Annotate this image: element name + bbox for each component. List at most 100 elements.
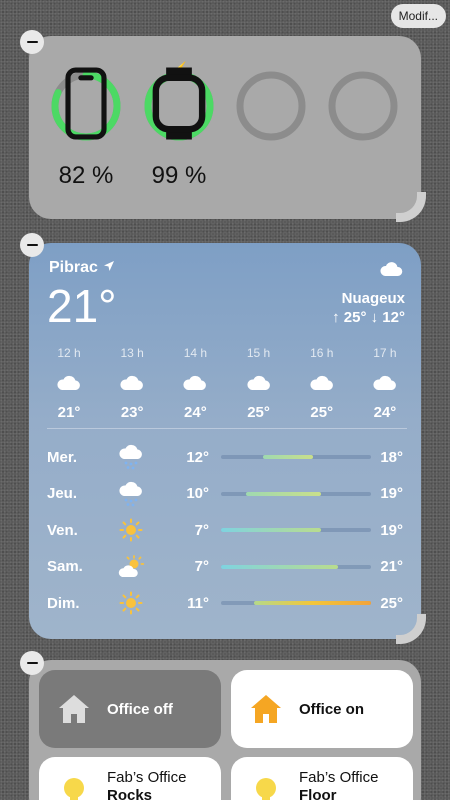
day-min-temperature: 7° xyxy=(194,558,209,576)
temperature-range-bar xyxy=(221,455,371,460)
battery-percent-watch: 99 % xyxy=(151,162,207,189)
weather-location: Pibrac xyxy=(49,259,115,277)
hour-time: 17 h xyxy=(373,346,397,360)
temperature-range-bar xyxy=(221,601,371,606)
temperature-range-fill xyxy=(221,564,338,569)
daily-forecast: Mer. 12° 18° Jeu. 10° 19° Ven. 7° 19° Sam. 7° 21° Di… xyxy=(47,439,407,622)
hour-temperature: 24° xyxy=(184,404,207,421)
daily-row: Mer. 12° 18° xyxy=(47,439,407,476)
hour-time: 12 h xyxy=(57,346,81,360)
battery-ring-watch: ⚡ xyxy=(143,61,215,145)
battery-ring-phone xyxy=(50,67,122,145)
scene-label: Office on xyxy=(299,700,365,718)
cloud-rain-icon xyxy=(111,481,151,507)
temperature-range-fill xyxy=(221,528,321,533)
accessory-office-rocks[interactable]: Fab’s Office Rocks xyxy=(39,757,221,800)
hour-temperature: 21° xyxy=(57,404,81,421)
hour-time: 13 h xyxy=(120,346,144,360)
battery-ring-empty xyxy=(235,70,307,142)
accessory-room: Fab’s Office xyxy=(299,769,379,786)
hour-time: 14 h xyxy=(183,346,208,360)
location-arrow-icon xyxy=(103,259,115,277)
hour-temperature: 24° xyxy=(373,404,397,421)
hourly-item: 12 h 21° xyxy=(43,346,95,421)
battery-percent-phone: 82 % xyxy=(58,162,114,189)
remove-widget-button[interactable] xyxy=(20,30,44,54)
temperature-range-fill xyxy=(254,601,371,606)
daily-row: Sam. 7° 21° xyxy=(47,549,407,586)
resize-handle[interactable] xyxy=(396,192,426,222)
temperature-range-bar xyxy=(221,528,371,533)
watch-icon xyxy=(143,67,215,145)
day-min-temperature: 12° xyxy=(186,448,209,466)
cloud-icon xyxy=(182,366,208,398)
high-low-temperature: ↑ 25° ↓ 12° xyxy=(332,309,405,326)
hourly-item: 16 h 25° xyxy=(296,346,348,421)
resize-handle[interactable] xyxy=(396,614,426,644)
cloud-icon xyxy=(246,366,272,398)
bulb-icon xyxy=(55,777,93,800)
hour-temperature: 25° xyxy=(310,404,334,421)
house-icon xyxy=(247,693,285,725)
city-name: Pibrac xyxy=(49,259,98,276)
hourly-item: 17 h 24° xyxy=(359,346,411,421)
house-icon xyxy=(55,693,93,725)
hourly-forecast: 12 h 21° 13 h 23° 14 h 24° 15 h 25° 16 h 25° 17 h 2… xyxy=(43,346,411,421)
day-max-temperature: 19° xyxy=(380,485,403,503)
partly-cloudy-icon xyxy=(111,554,151,579)
accessory-name: Floor xyxy=(299,787,337,800)
hourly-item: 13 h 23° xyxy=(106,346,158,421)
divider xyxy=(47,428,407,429)
temperature-range-fill xyxy=(262,455,313,460)
modify-button[interactable]: Modif... xyxy=(390,4,446,28)
scene-office-off[interactable]: Office off xyxy=(39,670,221,748)
hour-temperature: 23° xyxy=(120,404,144,421)
temperature-range-fill xyxy=(246,491,321,496)
temperature-range-bar xyxy=(221,491,371,496)
cloud-icon xyxy=(372,366,398,398)
accessory-label: Fab’s Office Floor xyxy=(299,769,378,800)
cloud-rain-icon xyxy=(111,444,151,470)
remove-widget-button[interactable] xyxy=(20,233,44,257)
remove-widget-button[interactable] xyxy=(20,651,44,675)
scene-label: Office off xyxy=(107,700,173,718)
phone-icon xyxy=(50,67,122,145)
day-name: Mer. xyxy=(47,448,78,466)
day-name: Jeu. xyxy=(47,485,78,503)
weather-condition: Nuageux xyxy=(341,290,405,307)
current-temperature: 21° xyxy=(47,280,117,332)
day-name: Dim. xyxy=(47,594,80,612)
cloud-icon xyxy=(119,366,145,398)
hourly-item: 14 h 24° xyxy=(169,346,221,421)
accessory-office-floor[interactable]: Fab’s Office Floor xyxy=(231,757,413,800)
day-name: Ven. xyxy=(47,521,78,539)
daily-row: Ven. 7° 19° xyxy=(47,512,407,549)
day-max-temperature: 19° xyxy=(380,521,403,539)
daily-row: Dim. 11° 25° xyxy=(47,585,407,622)
day-max-temperature: 25° xyxy=(380,594,403,612)
weather-widget[interactable]: Pibrac 21° Nuageux ↑ 25° ↓ 12° 12 h 21° 13… xyxy=(29,243,421,639)
accessory-label: Fab’s Office Rocks xyxy=(107,769,186,800)
accessory-room: Fab’s Office xyxy=(107,769,187,786)
sun-icon xyxy=(111,591,151,615)
scene-office-on[interactable]: Office on xyxy=(231,670,413,748)
day-min-temperature: 11° xyxy=(187,594,209,612)
day-min-temperature: 7° xyxy=(194,521,209,539)
cloud-icon xyxy=(379,261,403,282)
day-name: Sam. xyxy=(47,558,83,576)
hour-time: 15 h xyxy=(246,346,271,360)
hour-time: 16 h xyxy=(310,346,334,360)
bulb-icon xyxy=(247,777,285,800)
battery-ring-empty xyxy=(327,70,399,142)
day-min-temperature: 10° xyxy=(186,485,209,503)
batteries-widget[interactable]: 82 % ⚡ 99 % xyxy=(29,36,421,219)
cloud-icon xyxy=(309,366,335,398)
temperature-range-bar xyxy=(221,564,371,569)
hourly-item: 15 h 25° xyxy=(233,346,285,421)
home-widget: Office off Office on Fab’s Office Rocks … xyxy=(29,660,421,800)
sun-icon xyxy=(111,518,151,542)
daily-row: Jeu. 10° 19° xyxy=(47,476,407,513)
day-max-temperature: 21° xyxy=(380,558,403,576)
hour-temperature: 25° xyxy=(247,404,270,421)
accessory-name: Rocks xyxy=(107,787,153,800)
